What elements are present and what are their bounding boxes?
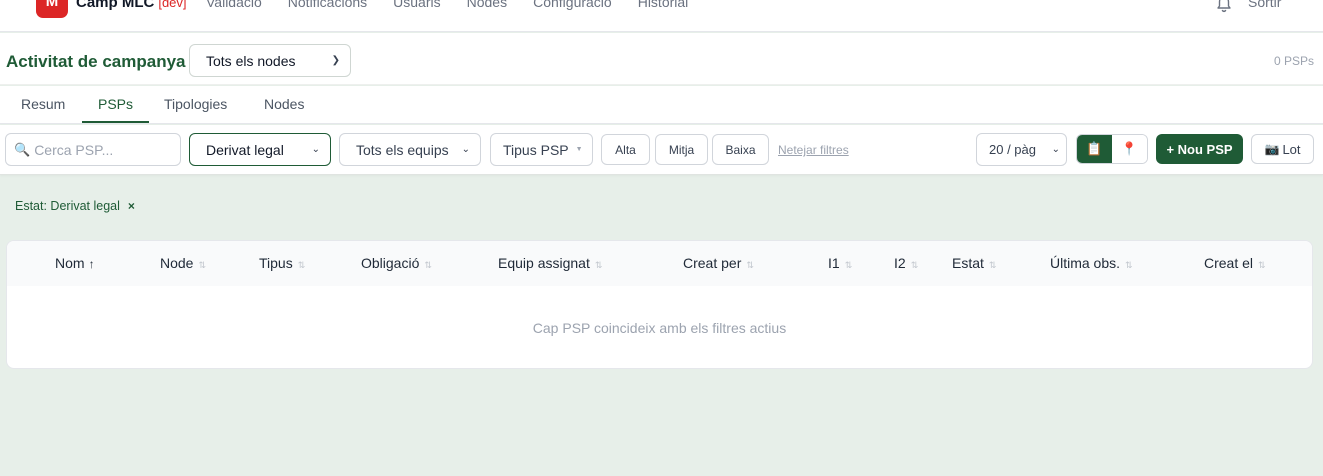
column-label: Creat per [683, 255, 742, 271]
batch-button-label: Lot [1282, 141, 1301, 157]
sort-icon: ⇅ [746, 260, 754, 270]
remove-filter-icon[interactable]: × [128, 199, 135, 213]
active-filter-label: Estat: Derivat legal [15, 199, 120, 213]
state-select[interactable]: Derivat legal ⌄ [189, 133, 331, 166]
active-filter-chip: Estat: Derivat legal × [15, 199, 135, 213]
priority-mitja-button[interactable]: Mitja [655, 134, 708, 165]
state-select-value: Derivat legal [206, 141, 284, 158]
column-label: Última obs. [1050, 255, 1121, 271]
column-header-creat-el[interactable]: Creat el ⇅ [1204, 255, 1266, 271]
tab-nodes[interactable]: Nodes [264, 96, 304, 112]
sort-icon: ⇅ [1258, 260, 1266, 270]
type-dropdown[interactable]: Tipus PSP ▼ [490, 133, 593, 166]
per-page-value: 20 / pàg [989, 142, 1036, 157]
column-label: Tipus [259, 255, 293, 271]
sort-ascending-icon: ↑ [88, 257, 95, 271]
top-navigation: M Camp MLC [dev] Validació Notificacions … [0, 0, 1323, 32]
column-label: Obligació [361, 255, 420, 271]
sort-icon: ⇅ [297, 260, 306, 270]
view-toggle: 📋 📍 [1076, 134, 1148, 164]
column-label: I1 [828, 255, 840, 271]
campaign-header: Activitat de campanya Tots els nodes ❯ 0… [0, 33, 1323, 85]
app-name: Camp MLC [76, 0, 155, 11]
column-label: Nom [55, 255, 85, 271]
tabs-bar: Resum PSPs Tipologies Nodes [0, 86, 1323, 124]
logout-link[interactable]: Sortir [1248, 0, 1281, 10]
filter-bar: 🔍 Cerca PSP... Derivat legal ⌄ Tots els … [0, 125, 1323, 175]
list-view-button[interactable]: 📋 [1077, 135, 1112, 163]
chevron-down-icon: ⌄ [461, 144, 470, 155]
per-page-select[interactable]: 20 / pàg ⌄ [976, 133, 1067, 166]
column-label: Equip assignat [498, 255, 590, 271]
column-header-equip-assignat[interactable]: Equip assignat ⇅ [498, 255, 602, 271]
column-header-creat-per[interactable]: Creat per ⇅ [683, 255, 754, 271]
tab-psps[interactable]: PSPs [98, 96, 133, 112]
table-header: Nom ↑ Node ⇅ Tipus ⇅ Obligació ⇅ Equip assig… [7, 241, 1312, 286]
psp-count: 0 PSPs [1273, 54, 1314, 68]
sort-icon: ⇅ [424, 260, 432, 270]
column-header-obligacio[interactable]: Obligació ⇅ [361, 255, 432, 271]
nav-link-configuracio[interactable]: Configuració [533, 0, 612, 10]
clear-filters-link[interactable]: Netejar filtres [778, 143, 849, 157]
psp-table: Nom ↑ Node ⇅ Tipus ⇅ Obligació ⇅ Equip assig… [6, 240, 1313, 369]
app-logo[interactable]: M [36, 0, 68, 18]
caret-down-icon: ▼ [575, 146, 583, 153]
logo-letter: M [45, 0, 59, 10]
pin-icon: 📍 [1121, 141, 1138, 156]
clipboard-icon: 📋 [1086, 141, 1103, 156]
active-tab-indicator [82, 121, 149, 123]
nav-link-notificacions[interactable]: Notificacions [288, 0, 367, 10]
column-header-node[interactable]: Node ⇅ [160, 255, 206, 271]
chevron-down-icon: ❯ [331, 55, 340, 66]
column-header-ultima-obs[interactable]: Última obs. ⇅ [1050, 255, 1133, 271]
search-input[interactable]: 🔍 Cerca PSP... [5, 133, 181, 166]
column-header-estat[interactable]: Estat ⇅ [952, 255, 996, 271]
sort-icon: ⇅ [844, 260, 853, 270]
column-label: Estat [952, 255, 984, 271]
search-placeholder: Cerca PSP... [34, 141, 114, 158]
type-dropdown-label: Tipus PSP [503, 141, 569, 158]
column-header-tipus[interactable]: Tipus ⇅ [259, 255, 305, 271]
column-header-i1[interactable]: I1 ⇅ [828, 255, 852, 271]
priority-baixa-button[interactable]: Baixa [712, 134, 769, 165]
nav-link-historial[interactable]: Historial [638, 0, 689, 10]
camera-icon: 📷 [1264, 142, 1280, 156]
sort-icon: ⇅ [988, 260, 997, 270]
nav-link-usuaris[interactable]: Usuaris [393, 0, 440, 10]
nav-link-validacio[interactable]: Validació [206, 0, 262, 10]
sort-icon: ⇅ [1125, 260, 1133, 270]
column-header-i2[interactable]: I2 ⇅ [894, 255, 918, 271]
priority-alta-button[interactable]: Alta [601, 134, 650, 165]
nav-link-nodes[interactable]: Nodes [467, 0, 507, 10]
sort-icon: ⇅ [594, 260, 603, 270]
empty-state-message: Cap PSP coincideix amb els filtres actiu… [532, 320, 787, 336]
map-view-button[interactable]: 📍 [1112, 135, 1147, 163]
column-header-nom[interactable]: Nom ↑ [55, 255, 95, 271]
bell-icon[interactable] [1214, 0, 1234, 14]
page-title: Activitat de campanya [6, 52, 186, 71]
tab-tipologies[interactable]: Tipologies [164, 96, 227, 112]
sort-icon: ⇅ [910, 260, 919, 270]
main-nav: Validació Notificacions Usuaris Nodes Co… [206, 0, 688, 10]
column-label: I2 [894, 255, 906, 271]
tab-resum[interactable]: Resum [21, 96, 65, 112]
chevron-down-icon: ⌄ [1051, 144, 1060, 155]
chevron-down-icon: ⌄ [311, 144, 320, 155]
search-icon: 🔍 [14, 141, 31, 157]
batch-button[interactable]: 📷 Lot [1251, 134, 1314, 164]
sort-icon: ⇅ [198, 260, 207, 270]
node-select[interactable]: Tots els nodes ❯ [189, 44, 351, 77]
team-select-value: Tots els equips [356, 141, 449, 158]
app-title[interactable]: Camp MLC [dev] [76, 0, 187, 11]
column-label: Node [160, 255, 194, 271]
team-select[interactable]: Tots els equips ⌄ [339, 133, 481, 166]
column-label: Creat el [1204, 255, 1254, 271]
env-badge: [dev] [158, 0, 187, 10]
new-psp-button[interactable]: + Nou PSP [1156, 134, 1243, 164]
node-select-value: Tots els nodes [206, 52, 296, 69]
